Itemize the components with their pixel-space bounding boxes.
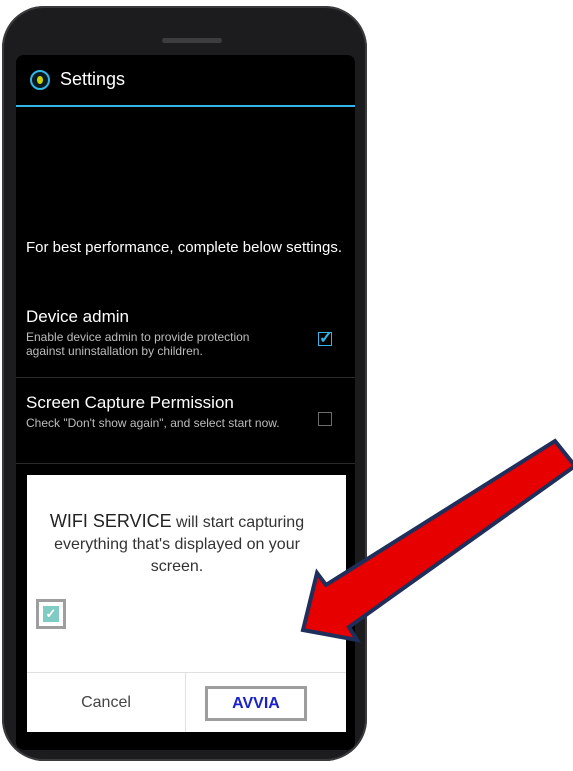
arrow-shape [300, 438, 573, 643]
red-arrow-annotation [300, 438, 573, 643]
